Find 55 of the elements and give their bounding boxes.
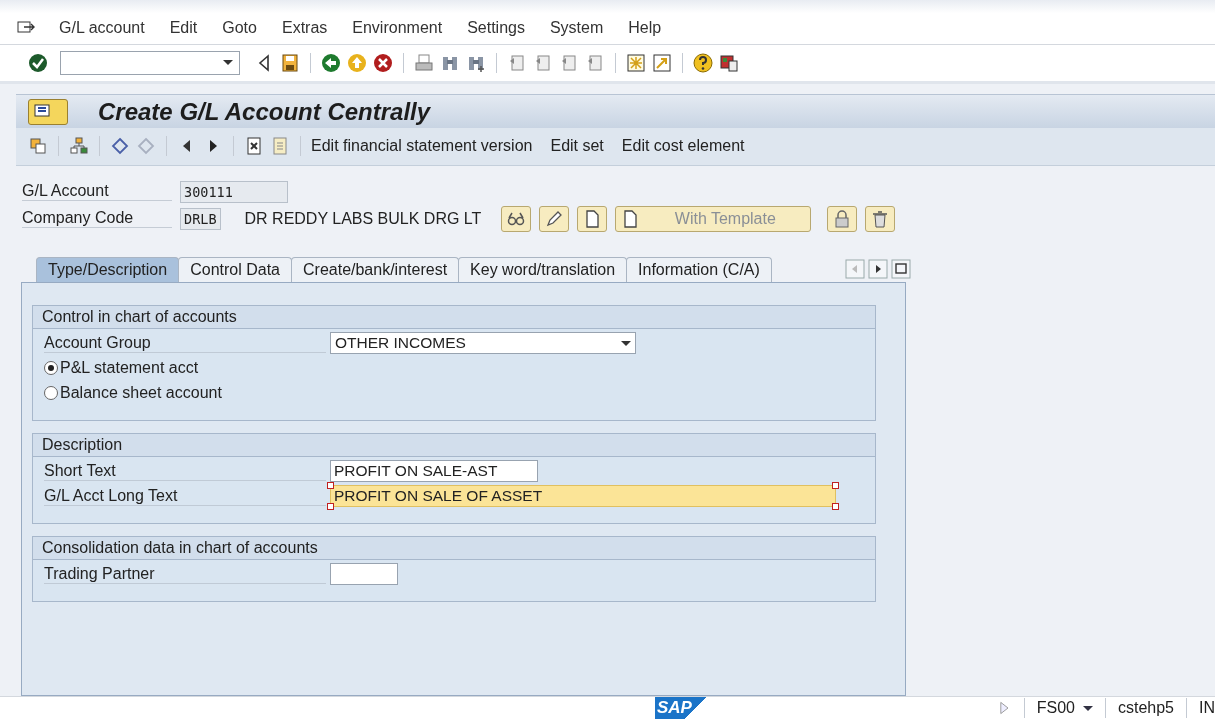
group-title: Description [33, 433, 875, 457]
help-icon[interactable] [693, 52, 713, 73]
menu-item[interactable]: Extras [281, 18, 328, 37]
scroll-right-icon[interactable] [868, 258, 888, 279]
field-label: G/L Acct Long Text [44, 486, 326, 506]
menu-item[interactable]: Goto [222, 18, 257, 37]
printer-icon[interactable] [414, 52, 434, 73]
input-field[interactable]: PROFIT ON SALE OF ASSET [330, 485, 836, 507]
group-title: Consolidation data in chart of accounts [33, 536, 875, 560]
create-button[interactable] [577, 205, 608, 232]
input-mode: IN [1199, 699, 1215, 718]
lock-button[interactable] [827, 205, 858, 232]
menu-item[interactable]: Help [628, 18, 662, 37]
save-icon[interactable] [280, 52, 300, 73]
field-label: Account Group [44, 333, 326, 353]
company-name: DR REDDY LABS BULK DRG LT [244, 209, 482, 228]
menu-item[interactable]: Edit [169, 18, 198, 37]
menu-item[interactable]: G/L account [59, 18, 145, 37]
cancel-icon[interactable] [373, 52, 393, 73]
field-label: Trading Partner [44, 564, 326, 584]
server-name: cstehp5 [1117, 699, 1174, 718]
input-field[interactable]: PROFIT ON SALE-AST [330, 460, 538, 482]
command-field[interactable] [60, 50, 240, 75]
radio-label[interactable]: Balance sheet account [60, 384, 222, 402]
screen-title: Create G/L Account Centrally [98, 97, 431, 126]
input-field[interactable] [330, 563, 398, 585]
shortcut-icon[interactable] [652, 52, 672, 73]
menu-item[interactable]: Environment [352, 18, 443, 37]
menu-item[interactable]: System [549, 18, 604, 37]
account-group-dropdown[interactable]: OTHER INCOMES [330, 332, 636, 354]
toolbar-button[interactable]: Edit financial statement version [311, 137, 533, 156]
tab[interactable]: Type/Description [36, 256, 180, 282]
menu-item[interactable]: Settings [467, 18, 525, 37]
document-x-icon[interactable] [244, 136, 264, 157]
transaction-code[interactable]: FS00 [1036, 699, 1093, 718]
toolbar-button[interactable]: Edit set [550, 137, 604, 156]
tab-list-icon[interactable] [891, 258, 911, 279]
display-button[interactable] [501, 205, 532, 232]
delete-button[interactable] [865, 205, 896, 232]
display-field: DRLB [180, 207, 221, 230]
field-label: Company Code [22, 209, 172, 228]
sap-logo: SAP [655, 697, 706, 720]
display-field: 300111 [180, 180, 288, 203]
radio-button[interactable] [44, 361, 58, 375]
toolbar-button[interactable]: Edit cost element [621, 137, 745, 156]
check-icon[interactable] [28, 52, 48, 73]
screen-menu-button[interactable] [28, 98, 68, 125]
edit-button[interactable] [539, 205, 570, 232]
radio-label[interactable]: P&L statement acct [60, 359, 199, 377]
field-label: G/L Account [22, 182, 172, 201]
group-title: Control in chart of accounts [33, 305, 875, 329]
field-label: Short Text [44, 461, 326, 481]
radio-button[interactable] [44, 386, 58, 400]
tab[interactable]: Information (C/A) [626, 256, 772, 282]
hierarchy-icon[interactable] [69, 136, 89, 157]
